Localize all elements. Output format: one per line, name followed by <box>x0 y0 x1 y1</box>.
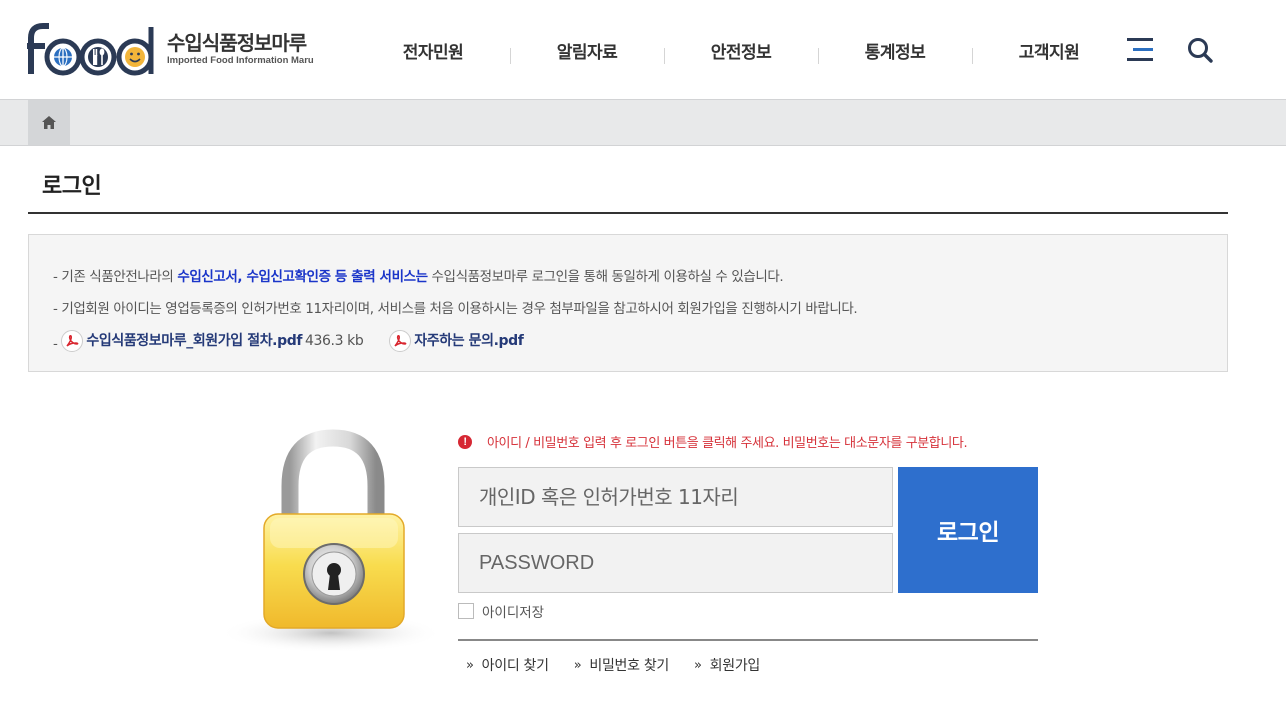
notice-line-3-prefix: - <box>53 336 62 352</box>
login-links-divider <box>458 639 1038 641</box>
padlock-icon <box>218 428 444 654</box>
chevron-right-icon: » <box>466 657 474 673</box>
logo-english-subtitle: Imported Food Information Maru <box>167 55 314 66</box>
faq-pdf-name: 자주하는 문의.pdf <box>414 333 524 349</box>
menu-bar-bottom <box>1127 58 1153 61</box>
password-input[interactable] <box>458 533 893 593</box>
signup-procedure-pdf-size: 436.3 kb <box>305 333 364 349</box>
signup-procedure-pdf-link[interactable]: 수입식품정보마루_회원가입 절차.pdf 436.3 kb <box>61 325 364 357</box>
notice-line-3: - 수입식품정보마루_회원가입 절차.pdf 436.3 kb 자주하는 문의.… <box>53 325 1227 360</box>
logo-korean-title: 수입식품정보마루 <box>167 31 307 55</box>
faq-pdf-link[interactable]: 자주하는 문의.pdf <box>389 325 524 357</box>
logo-text: 수입식품정보마루 Imported Food Information Maru <box>167 31 314 67</box>
food-logo-icon <box>27 23 154 76</box>
signup-link[interactable]: » 회원가입 <box>694 655 760 675</box>
login-button[interactable]: 로그인 <box>898 467 1038 593</box>
find-id-label: 아이디 찾기 <box>481 658 549 674</box>
home-icon[interactable] <box>28 100 70 145</box>
pdf-icon <box>61 330 84 352</box>
site-logo[interactable]: 수입식품정보마루 Imported Food Information Maru <box>27 22 314 76</box>
notice-line-1-suffix: 수입식품정보마루 로그인을 통해 동일하게 이용하실 수 있습니다. <box>427 269 784 285</box>
account-links: » 아이디 찾기 » 비밀번호 찾기 » 회원가입 <box>466 655 785 675</box>
notice-line-1: - 기존 식품안전나라의 수입신고서, 수입신고확인증 등 출력 서비스는 수입… <box>53 261 1227 293</box>
notice-line-2: - 기업회원 아이디는 영업등록증의 인허가번호 11자리이며, 서비스를 처음… <box>53 301 858 317</box>
notice-highlight: 수입신고서, 수입신고확인증 등 출력 서비스는 <box>177 269 428 285</box>
nav-item-announcements[interactable]: 알림자료 <box>510 38 664 64</box>
find-password-link[interactable]: » 비밀번호 찾기 <box>573 655 670 675</box>
chevron-right-icon: » <box>694 657 702 673</box>
nav-item-customer-support[interactable]: 고객지원 <box>972 38 1126 64</box>
page-title: 로그인 <box>42 174 102 199</box>
breadcrumb <box>0 99 1286 146</box>
menu-bar-middle <box>1133 48 1153 51</box>
nav-item-civil-service[interactable]: 전자민원 <box>356 38 510 63</box>
search-icon[interactable] <box>1186 36 1214 64</box>
signup-procedure-pdf-name: 수입식품정보마루_회원가입 절차.pdf <box>86 333 303 349</box>
chevron-right-icon: » <box>573 657 582 673</box>
find-password-label: 비밀번호 찾기 <box>589 658 670 674</box>
signup-label: 회원가입 <box>709 658 761 674</box>
user-id-input[interactable] <box>458 467 893 527</box>
login-help-text: 아이디 / 비밀번호 입력 후 로그인 버튼을 클릭해 주세요. 비밀번호는 대… <box>487 436 968 451</box>
alert-icon: ! <box>458 434 472 449</box>
save-id-checkbox[interactable]: 아이디저장 <box>458 601 544 621</box>
checkbox-box[interactable] <box>458 603 474 619</box>
menu-bar-top <box>1127 38 1153 41</box>
find-id-link[interactable]: » 아이디 찾기 <box>466 655 549 675</box>
nav-item-statistics[interactable]: 통계정보 <box>818 38 972 64</box>
login-help-message: ! 아이디 / 비밀번호 입력 후 로그인 버튼을 클릭해 주세요. 비밀번호는… <box>458 432 968 451</box>
hamburger-menu-icon[interactable] <box>1127 38 1153 62</box>
site-header: 수입식품정보마루 Imported Food Information Maru … <box>0 0 1286 99</box>
title-divider <box>28 212 1228 214</box>
save-id-label: 아이디저장 <box>482 605 545 621</box>
notice-line-1-prefix: - 기존 식품안전나라의 <box>53 269 178 285</box>
notice-box: - 기존 식품안전나라의 수입신고서, 수입신고확인증 등 출력 서비스는 수입… <box>28 234 1228 372</box>
pdf-icon <box>389 330 412 352</box>
nav-item-safety-info[interactable]: 안전정보 <box>664 38 818 64</box>
main-navigation: 전자민원 알림자료 안전정보 통계정보 고객지원 <box>356 30 1126 70</box>
